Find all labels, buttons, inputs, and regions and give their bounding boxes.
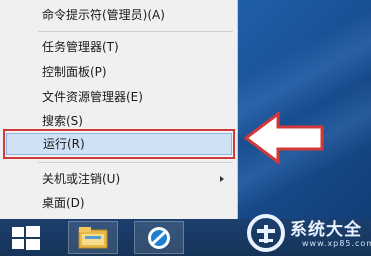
- site-watermark: 系统大全 www.xp85.com: [244, 211, 371, 256]
- internet-explorer-icon: [148, 227, 170, 249]
- menu-separator: [38, 31, 233, 32]
- watermark-text: 系统大全: [290, 220, 362, 240]
- menu-item-file-explorer[interactable]: 文件资源管理器(E): [0, 86, 236, 108]
- menu-item-label: 命令提示符(管理员)(A): [42, 8, 165, 22]
- submenu-arrow-icon: [220, 176, 224, 182]
- folder-icon: [78, 227, 108, 249]
- watermark-logo-icon: [247, 214, 285, 252]
- menu-item-command-prompt-admin[interactable]: 命令提示符(管理员)(A): [0, 4, 236, 26]
- annotation-arrow-icon: [244, 111, 324, 165]
- menu-item-shutdown-signout[interactable]: 关机或注销(U): [0, 168, 236, 190]
- menu-item-label: 控制面板(P): [42, 65, 107, 79]
- menu-item-label: 任务管理器(T): [42, 40, 119, 54]
- menu-item-label: 桌面(D): [42, 196, 85, 210]
- menu-item-control-panel[interactable]: 控制面板(P): [0, 61, 236, 83]
- taskbar-file-explorer-button[interactable]: [68, 221, 118, 254]
- menu-item-task-manager[interactable]: 任务管理器(T): [0, 36, 236, 58]
- menu-item-label: 文件资源管理器(E): [42, 90, 143, 104]
- windows-start-icon[interactable]: [8, 224, 44, 252]
- winx-context-menu: 命令提示符(管理员)(A) 任务管理器(T) 控制面板(P) 文件资源管理器(E…: [0, 0, 238, 219]
- watermark-url: www.xp85.com: [302, 239, 371, 248]
- taskbar-ie-button[interactable]: [134, 221, 184, 254]
- menu-item-desktop[interactable]: 桌面(D): [0, 192, 236, 214]
- menu-item-label: 关机或注销(U): [42, 172, 121, 186]
- menu-separator: [38, 162, 233, 163]
- annotation-highlight-frame: [3, 129, 235, 159]
